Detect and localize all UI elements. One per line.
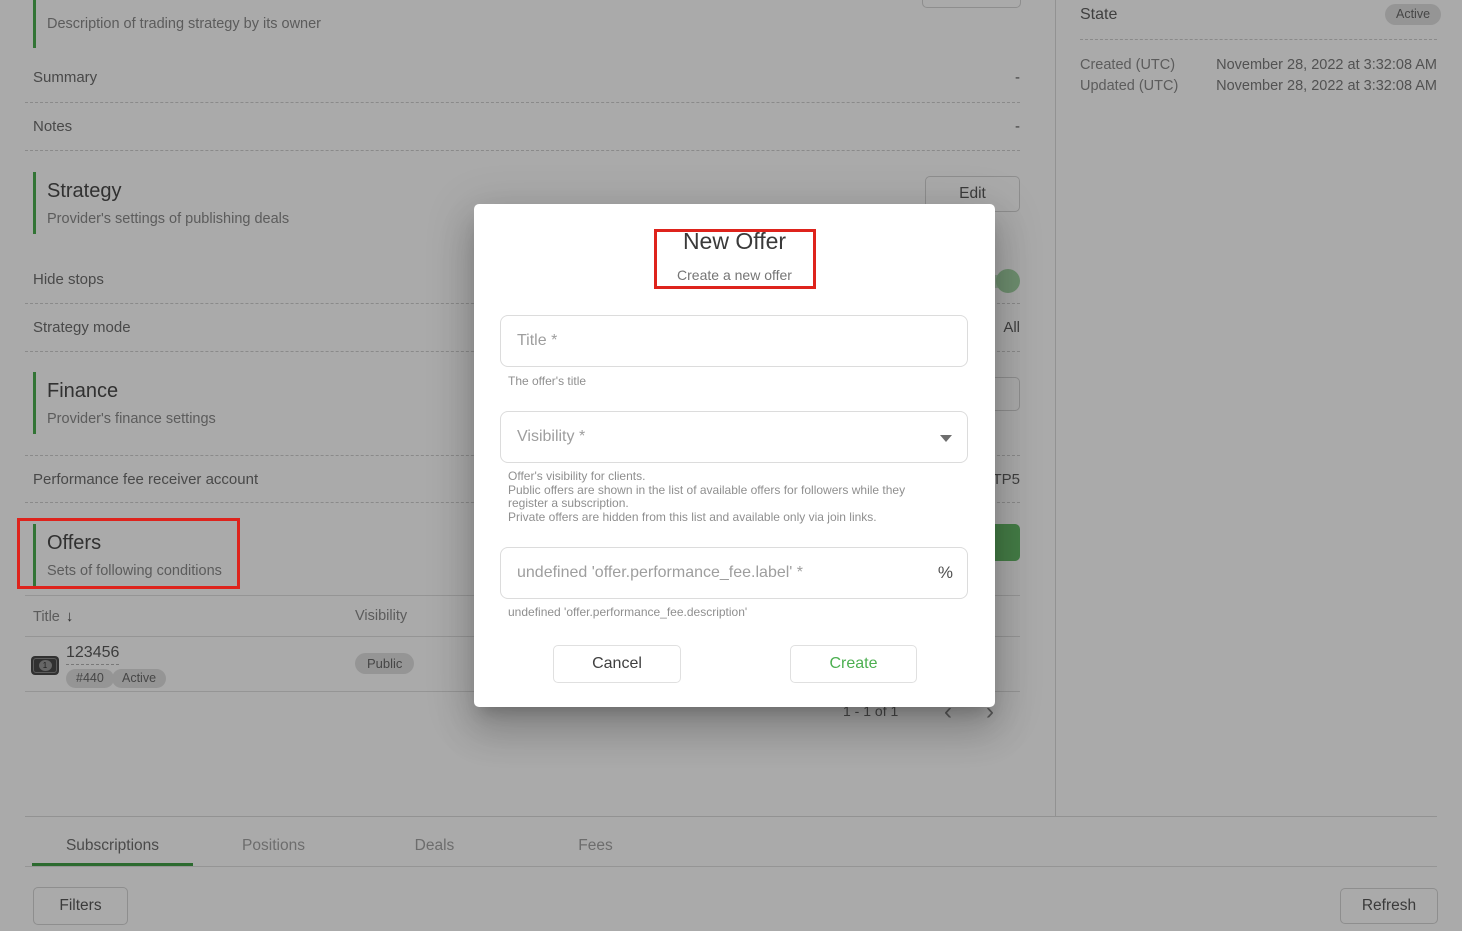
performance-fee-input[interactable]: [501, 548, 938, 598]
annotation-box-new-offer: [654, 229, 816, 289]
percent-suffix: %: [938, 563, 967, 583]
annotation-box-offers: [17, 518, 240, 589]
dropdown-caret-icon: [940, 435, 952, 442]
strategy-provider-page: Description of trading strategy by its o…: [0, 0, 1462, 931]
offer-title-helper: The offer's title: [508, 375, 948, 389]
visibility-helper: Offer's visibility for clients. Public o…: [508, 470, 948, 524]
create-button[interactable]: Create: [790, 645, 917, 683]
visibility-select[interactable]: Visibility *: [500, 411, 968, 463]
performance-fee-field: %: [500, 547, 968, 599]
offer-title-field: [500, 315, 968, 367]
offer-title-input[interactable]: [501, 316, 967, 366]
visibility-select-placeholder: Visibility *: [501, 428, 585, 446]
cancel-button[interactable]: Cancel: [553, 645, 681, 683]
performance-fee-helper: undefined 'offer.performance_fee.descrip…: [508, 606, 948, 620]
